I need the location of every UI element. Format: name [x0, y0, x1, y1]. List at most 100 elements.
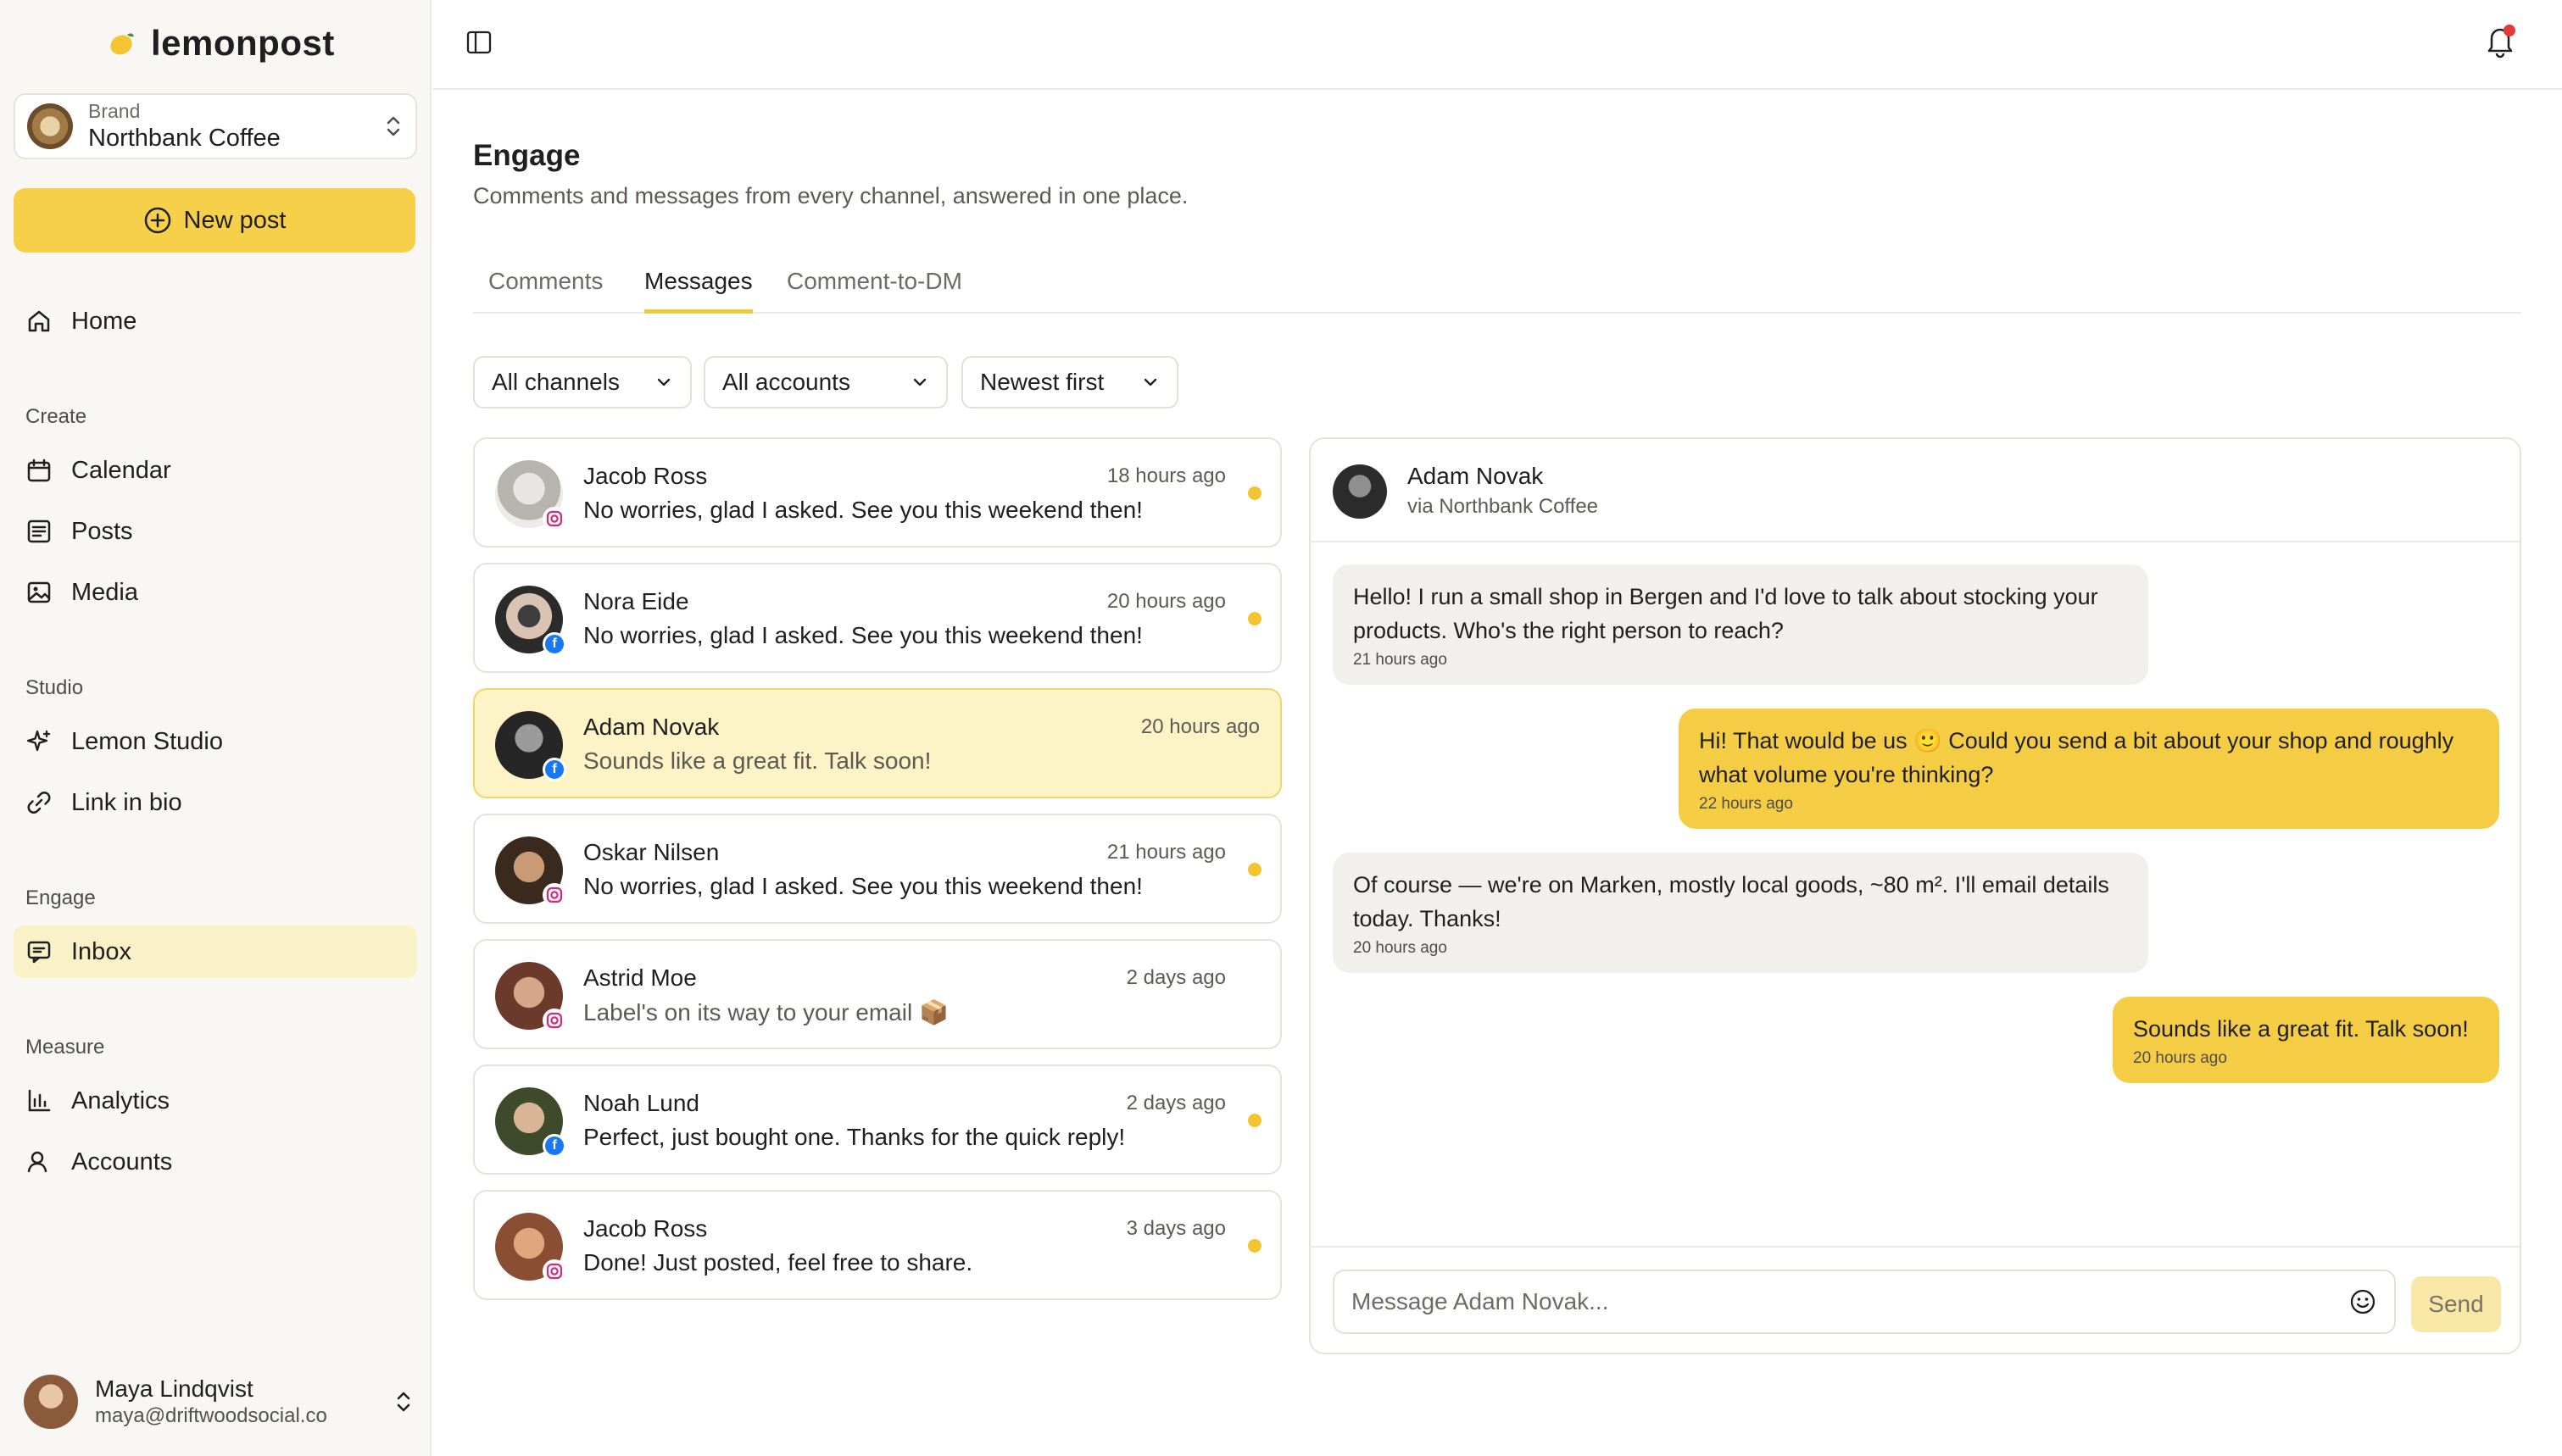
- message-bubble-incoming: Hello! I run a small shop in Bergen and …: [1333, 564, 2148, 685]
- conversation-preview: Perfect, just bought one. Thanks for the…: [583, 1124, 1126, 1150]
- user-icon: [25, 1148, 53, 1175]
- conversation-item[interactable]: Jacob Ross 18 hours ago No worries, glad…: [473, 437, 1282, 547]
- conversation-item[interactable]: Oskar Nilsen 21 hours ago No worries, gl…: [473, 814, 1282, 924]
- chat-header: Adam Novak via Northbank Coffee: [1311, 439, 2520, 542]
- link-icon: [25, 789, 53, 816]
- chat-via-account: via Northbank Coffee: [1407, 495, 1599, 518]
- chevron-down-icon: [911, 373, 929, 392]
- nav-analytics-label: Analytics: [71, 1086, 170, 1114]
- message-bubble-outgoing: Sounds like a great fit. Talk soon! 20 h…: [2113, 997, 2499, 1083]
- user-email: maya@driftwoodsocial.co: [95, 1404, 327, 1427]
- nav-posts-label: Posts: [71, 517, 133, 545]
- tab-bar: Comments Messages Comment-to-DM: [473, 263, 2521, 314]
- message-time: 20 hours ago: [2133, 1049, 2227, 1067]
- conversation-preview: No worries, glad I asked. See you this w…: [583, 497, 1143, 523]
- new-post-button[interactable]: New post: [14, 188, 415, 253]
- message-bubble-outgoing: Hi! That would be us 🙂 Could you send a …: [1679, 709, 2499, 829]
- unread-indicator: [1248, 1239, 1262, 1253]
- sidebar-toggle-icon[interactable]: [465, 29, 493, 56]
- conversation-preview: Label's on its way to your email 📦: [583, 999, 949, 1025]
- nav-link-in-bio-label: Link in bio: [71, 788, 182, 816]
- conversation-item-selected[interactable]: f Adam Novak 20 hours ago Sounds like a …: [473, 688, 1282, 798]
- nav-home[interactable]: Home: [14, 295, 417, 347]
- conversation-name: Noah Lund: [583, 1090, 700, 1116]
- calendar-icon: [25, 457, 53, 484]
- nav-accounts-label: Accounts: [71, 1148, 173, 1175]
- conversation-preview: No worries, glad I asked. See you this w…: [583, 873, 1143, 899]
- unread-indicator: [1248, 1114, 1262, 1127]
- chevron-down-icon: [654, 373, 673, 392]
- nav-inbox-label: Inbox: [71, 937, 131, 965]
- brand-name: Northbank Coffee: [88, 125, 281, 152]
- brand-switcher[interactable]: Brand Northbank Coffee: [14, 93, 417, 159]
- user-menu[interactable]: Maya Lindqvist maya@driftwoodsocial.co: [24, 1371, 414, 1432]
- nav-accounts[interactable]: Accounts: [14, 1136, 417, 1188]
- nav-link-in-bio[interactable]: Link in bio: [14, 776, 417, 829]
- notification-bell-icon[interactable]: [2483, 22, 2517, 59]
- emoji-icon[interactable]: [2348, 1287, 2377, 1316]
- message-time: 20 hours ago: [1353, 939, 1447, 957]
- facebook-icon: f: [543, 758, 566, 781]
- conversation-time: 21 hours ago: [1106, 841, 1226, 864]
- conversation-item[interactable]: Astrid Moe 2 days ago Label's on its way…: [473, 939, 1282, 1049]
- page-subtitle: Comments and messages from every channel…: [473, 183, 1189, 208]
- message-input[interactable]: [1351, 1288, 2348, 1315]
- message-text: Of course — we're on Marken, mostly loca…: [1353, 872, 2109, 931]
- tab-comments[interactable]: Comments: [488, 268, 603, 314]
- conversation-preview: No worries, glad I asked. See you this w…: [583, 622, 1143, 648]
- accounts-filter[interactable]: All accounts: [704, 356, 948, 408]
- bar-chart-icon: [25, 1087, 53, 1114]
- tab-comment-to-dm[interactable]: Comment-to-DM: [787, 268, 962, 314]
- send-button[interactable]: Send: [2411, 1276, 2501, 1332]
- conversation-time: 2 days ago: [1126, 966, 1226, 989]
- chat-avatar: [1333, 464, 1387, 519]
- topbar: [433, 0, 2562, 90]
- conversation-preview: Sounds like a great fit. Talk soon!: [583, 747, 932, 774]
- section-measure-label: Measure: [25, 1036, 105, 1059]
- logo[interactable]: lemonpost: [107, 22, 335, 64]
- composer-divider: [1311, 1246, 2520, 1248]
- unread-indicator: [1248, 612, 1262, 625]
- notification-dot: [2504, 25, 2515, 36]
- nav-lemon-studio[interactable]: Lemon Studio: [14, 715, 417, 768]
- image-icon: [25, 579, 53, 606]
- conversation-name: Nora Eide: [583, 588, 689, 614]
- conversation-name: Jacob Ross: [583, 463, 708, 489]
- conversation-item[interactable]: Jacob Ross 3 days ago Done! Just posted,…: [473, 1190, 1282, 1300]
- nav-analytics[interactable]: Analytics: [14, 1075, 417, 1127]
- conversation-name: Astrid Moe: [583, 964, 697, 991]
- nav-posts[interactable]: Posts: [14, 505, 417, 558]
- conversation-time: 20 hours ago: [1140, 715, 1260, 738]
- sort-filter[interactable]: Newest first: [961, 356, 1178, 408]
- sidebar: lemonpost Brand Northbank Coffee New pos…: [0, 0, 432, 1456]
- nav-media-label: Media: [71, 578, 138, 606]
- facebook-icon: f: [543, 1134, 566, 1158]
- nav-inbox[interactable]: Inbox: [14, 925, 417, 978]
- message-text: Hello! I run a small shop in Bergen and …: [1353, 584, 2098, 643]
- conversation-name: Jacob Ross: [583, 1215, 708, 1242]
- nav-lemon-studio-label: Lemon Studio: [71, 727, 223, 755]
- logo-text: lemonpost: [151, 23, 335, 63]
- message-text: Hi! That would be us 🙂 Could you send a …: [1699, 728, 2454, 787]
- instagram-icon: [543, 507, 566, 531]
- brand-label: Brand: [88, 100, 141, 122]
- tab-messages[interactable]: Messages: [644, 268, 753, 314]
- nav-calendar[interactable]: Calendar: [14, 444, 417, 497]
- sparkle-icon: [25, 728, 53, 755]
- section-studio-label: Studio: [25, 676, 84, 699]
- inbox-chat-icon: [25, 938, 53, 965]
- posts-icon: [25, 518, 53, 545]
- message-time: 22 hours ago: [1699, 795, 1793, 813]
- accounts-filter-value: All accounts: [722, 369, 850, 395]
- unread-indicator: [1248, 486, 1262, 500]
- conversation-name: Adam Novak: [583, 714, 720, 740]
- plus-circle-icon: [143, 206, 172, 235]
- conversation-item[interactable]: f Nora Eide 20 hours ago No worries, gla…: [473, 563, 1282, 673]
- conversation-item[interactable]: f Noah Lund 2 days ago Perfect, just bou…: [473, 1064, 1282, 1175]
- nav-media[interactable]: Media: [14, 566, 417, 619]
- message-time: 21 hours ago: [1353, 651, 1447, 669]
- conversation-time: 2 days ago: [1126, 1092, 1226, 1114]
- channels-filter[interactable]: All channels: [473, 356, 692, 408]
- channels-filter-value: All channels: [492, 369, 620, 395]
- chat-panel: Adam Novak via Northbank Coffee Hello! I…: [1309, 437, 2521, 1354]
